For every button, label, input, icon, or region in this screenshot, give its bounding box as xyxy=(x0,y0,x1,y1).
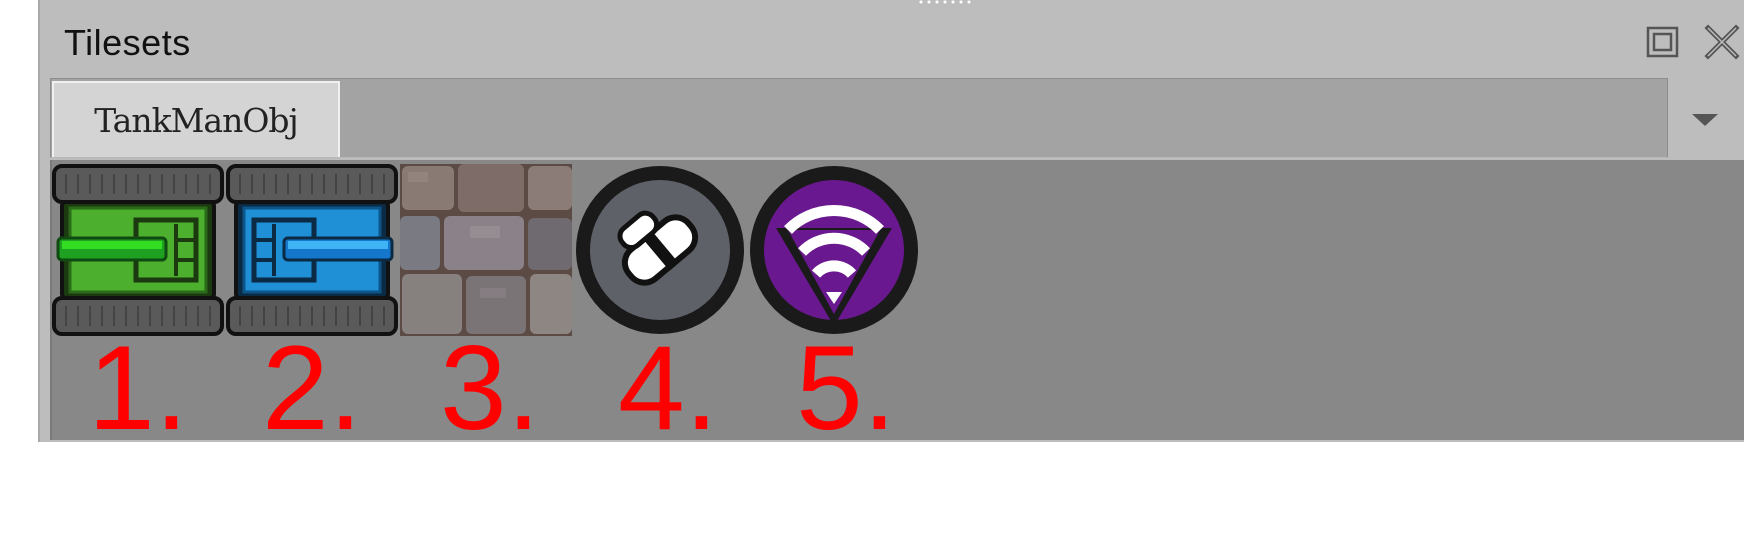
close-icon xyxy=(1704,24,1740,60)
tab-bar: TankManObj xyxy=(50,78,1668,158)
stone-wall-texture xyxy=(400,164,572,336)
tile-blue-tank[interactable] xyxy=(226,164,398,336)
close-button[interactable] xyxy=(1704,24,1740,60)
tile-gray-pickup[interactable] xyxy=(574,164,746,336)
tab-list-button[interactable] xyxy=(1688,108,1722,130)
float-window-icon xyxy=(1646,26,1679,58)
green-tank-icon xyxy=(52,164,224,336)
dropdown-arrow-icon xyxy=(1692,114,1718,126)
purple-signal-pickup-icon xyxy=(750,166,918,334)
panel-title: Tilesets xyxy=(64,22,191,63)
float-button[interactable] xyxy=(1646,26,1680,58)
tilesets-panel: Tilesets TankManObj 1. 2. 3. 4. 5. xyxy=(38,0,1744,448)
gray-bandage-pickup-icon xyxy=(576,166,744,334)
tile-purple-pickup[interactable] xyxy=(748,164,920,336)
tab-label: TankManObj xyxy=(94,100,299,140)
annotation-number-2: 2. xyxy=(262,321,363,455)
tileset-view[interactable]: 1. 2. 3. 4. 5. xyxy=(50,160,1744,448)
annotation-number-5: 5. xyxy=(796,321,897,455)
annotation-number-4: 4. xyxy=(618,321,719,455)
dock-drag-handle[interactable] xyxy=(917,0,975,4)
tile-stone-wall[interactable] xyxy=(400,164,572,336)
blue-tank-icon xyxy=(226,164,398,336)
tab-tankmanobj[interactable]: TankManObj xyxy=(52,81,340,157)
tile-green-tank[interactable] xyxy=(52,164,224,336)
annotation-number-1: 1. xyxy=(88,321,189,455)
annotation-number-3: 3. xyxy=(440,321,541,455)
